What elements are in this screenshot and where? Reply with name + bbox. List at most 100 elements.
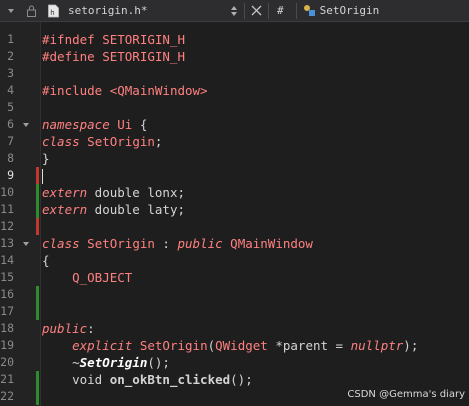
- saved-change-marker: [36, 303, 39, 320]
- code-editor[interactable]: 1 #ifndef SETORIGIN_H 2 #define SETORIGIN_H…: [0, 22, 469, 406]
- code-token: ~: [42, 355, 80, 370]
- editor-toolbar: h setorigin.h* # SetOrigin: [0, 0, 469, 22]
- line-number: 5: [7, 100, 14, 114]
- code-line[interactable]: 2 #define SETORIGIN_H: [0, 48, 469, 65]
- code-text: void on_okBtn_clicked();: [42, 371, 253, 388]
- code-line[interactable]: 15 Q_OBJECT: [0, 269, 469, 286]
- symbol-hash-label[interactable]: #: [277, 4, 284, 17]
- code-token: void: [42, 372, 110, 387]
- code-token: #include: [42, 83, 110, 98]
- code-text: ~SetOrigin();: [42, 354, 170, 371]
- line-number: 21: [0, 372, 14, 386]
- line-number: 19: [0, 338, 14, 352]
- toolbar-divider: [268, 2, 269, 19]
- svg-text:h: h: [50, 9, 54, 17]
- code-line[interactable]: 19 explicit SetOrigin(QWidget *parent = …: [0, 337, 469, 354]
- code-line[interactable]: 18 public:: [0, 320, 469, 337]
- code-line[interactable]: 8}: [0, 150, 469, 167]
- class-symbol-icon: [303, 4, 317, 17]
- code-line[interactable]: 17: [0, 303, 469, 320]
- line-number: 4: [7, 83, 14, 97]
- code-text: Q_OBJECT: [42, 269, 132, 286]
- code-token: :: [154, 236, 178, 251]
- close-icon[interactable]: [251, 5, 262, 16]
- code-line[interactable]: 1 #ifndef SETORIGIN_H: [0, 31, 469, 48]
- code-line[interactable]: 4 #include <QMainWindow>: [0, 82, 469, 99]
- code-token: nullptr: [350, 338, 404, 353]
- line-number: 11: [0, 202, 14, 216]
- saved-change-marker: [36, 201, 39, 218]
- code-token: namespace: [42, 117, 110, 132]
- line-number: 2: [7, 49, 14, 63]
- watermark: CSDN @Gemma's diary: [347, 389, 465, 400]
- code-token: :: [87, 321, 95, 336]
- toolbar-divider: [295, 2, 297, 19]
- unsaved-change-marker: [36, 218, 39, 235]
- saved-change-marker: [36, 184, 39, 201]
- line-number: 3: [7, 66, 14, 80]
- code-line[interactable]: 9: [0, 167, 469, 184]
- line-number: 15: [0, 270, 14, 284]
- code-line[interactable]: 20 ~SetOrigin();: [0, 354, 469, 371]
- code-token: QWidget: [215, 338, 268, 353]
- line-number: 6: [7, 117, 14, 131]
- code-text: #include <QMainWindow>: [42, 82, 208, 99]
- code-line[interactable]: 5: [0, 99, 469, 116]
- code-text: class SetOrigin;: [42, 133, 162, 150]
- code-token: (: [207, 338, 216, 353]
- code-token: QMainWindow: [230, 236, 313, 251]
- code-text: {: [42, 252, 50, 269]
- code-token: extern: [42, 185, 88, 200]
- code-token: ;: [154, 134, 163, 149]
- code-text: #ifndef SETORIGIN_H: [42, 31, 185, 48]
- symbol-dropdown-label[interactable]: SetOrigin: [320, 4, 380, 17]
- code-token: class: [42, 236, 80, 251]
- code-line[interactable]: 6 namespace Ui {: [0, 116, 469, 133]
- line-number: 16: [0, 287, 14, 301]
- code-text: [42, 167, 43, 184]
- code-line[interactable]: 3: [0, 65, 469, 82]
- code-token: extern: [42, 202, 88, 217]
- line-number: 12: [0, 219, 14, 233]
- code-token: double laty;: [87, 202, 185, 217]
- lock-icon[interactable]: [26, 5, 37, 17]
- code-token: ();: [147, 355, 170, 370]
- code-token: public: [177, 236, 223, 251]
- file-header-icon: h: [47, 4, 60, 18]
- code-token: *parent =: [267, 338, 351, 353]
- code-line[interactable]: 14 {: [0, 252, 469, 269]
- code-text: class SetOrigin : public QMainWindow: [42, 235, 313, 252]
- code-text: extern double laty;: [42, 201, 185, 218]
- expand-arrow-icon[interactable]: [6, 6, 16, 16]
- text-cursor: [42, 169, 43, 184]
- code-token: #define SETORIGIN_H: [42, 49, 185, 64]
- code-token: {: [132, 117, 148, 132]
- code-token: );: [403, 338, 419, 353]
- file-dropdown-arrows-icon[interactable]: [230, 5, 238, 17]
- code-text: public:: [42, 320, 95, 337]
- code-line[interactable]: 21 void on_okBtn_clicked();: [0, 371, 469, 388]
- line-number: 9: [7, 168, 14, 182]
- code-text: }: [42, 150, 50, 167]
- code-line[interactable]: 12: [0, 218, 469, 235]
- code-token: <QMainWindow>: [109, 83, 208, 98]
- code-line[interactable]: 16: [0, 286, 469, 303]
- saved-change-marker: [36, 371, 39, 388]
- code-line[interactable]: 10 extern double lonx;: [0, 184, 469, 201]
- code-line[interactable]: 7 class SetOrigin;: [0, 133, 469, 150]
- code-token: double lonx;: [87, 185, 185, 200]
- code-token: #ifndef SETORIGIN_H: [42, 32, 185, 47]
- unsaved-change-marker: [36, 167, 39, 184]
- line-number: 14: [0, 253, 14, 267]
- code-token: SetOrigin: [139, 338, 208, 353]
- code-line[interactable]: 13 class SetOrigin : public QMainWindow: [0, 235, 469, 252]
- code-line[interactable]: 11 extern double laty;: [0, 201, 469, 218]
- line-number: 7: [7, 134, 14, 148]
- code-token: Q_OBJECT: [72, 270, 133, 285]
- line-number: 1: [7, 32, 14, 46]
- code-token: public: [42, 321, 88, 336]
- file-name-label[interactable]: setorigin.h*: [68, 4, 226, 17]
